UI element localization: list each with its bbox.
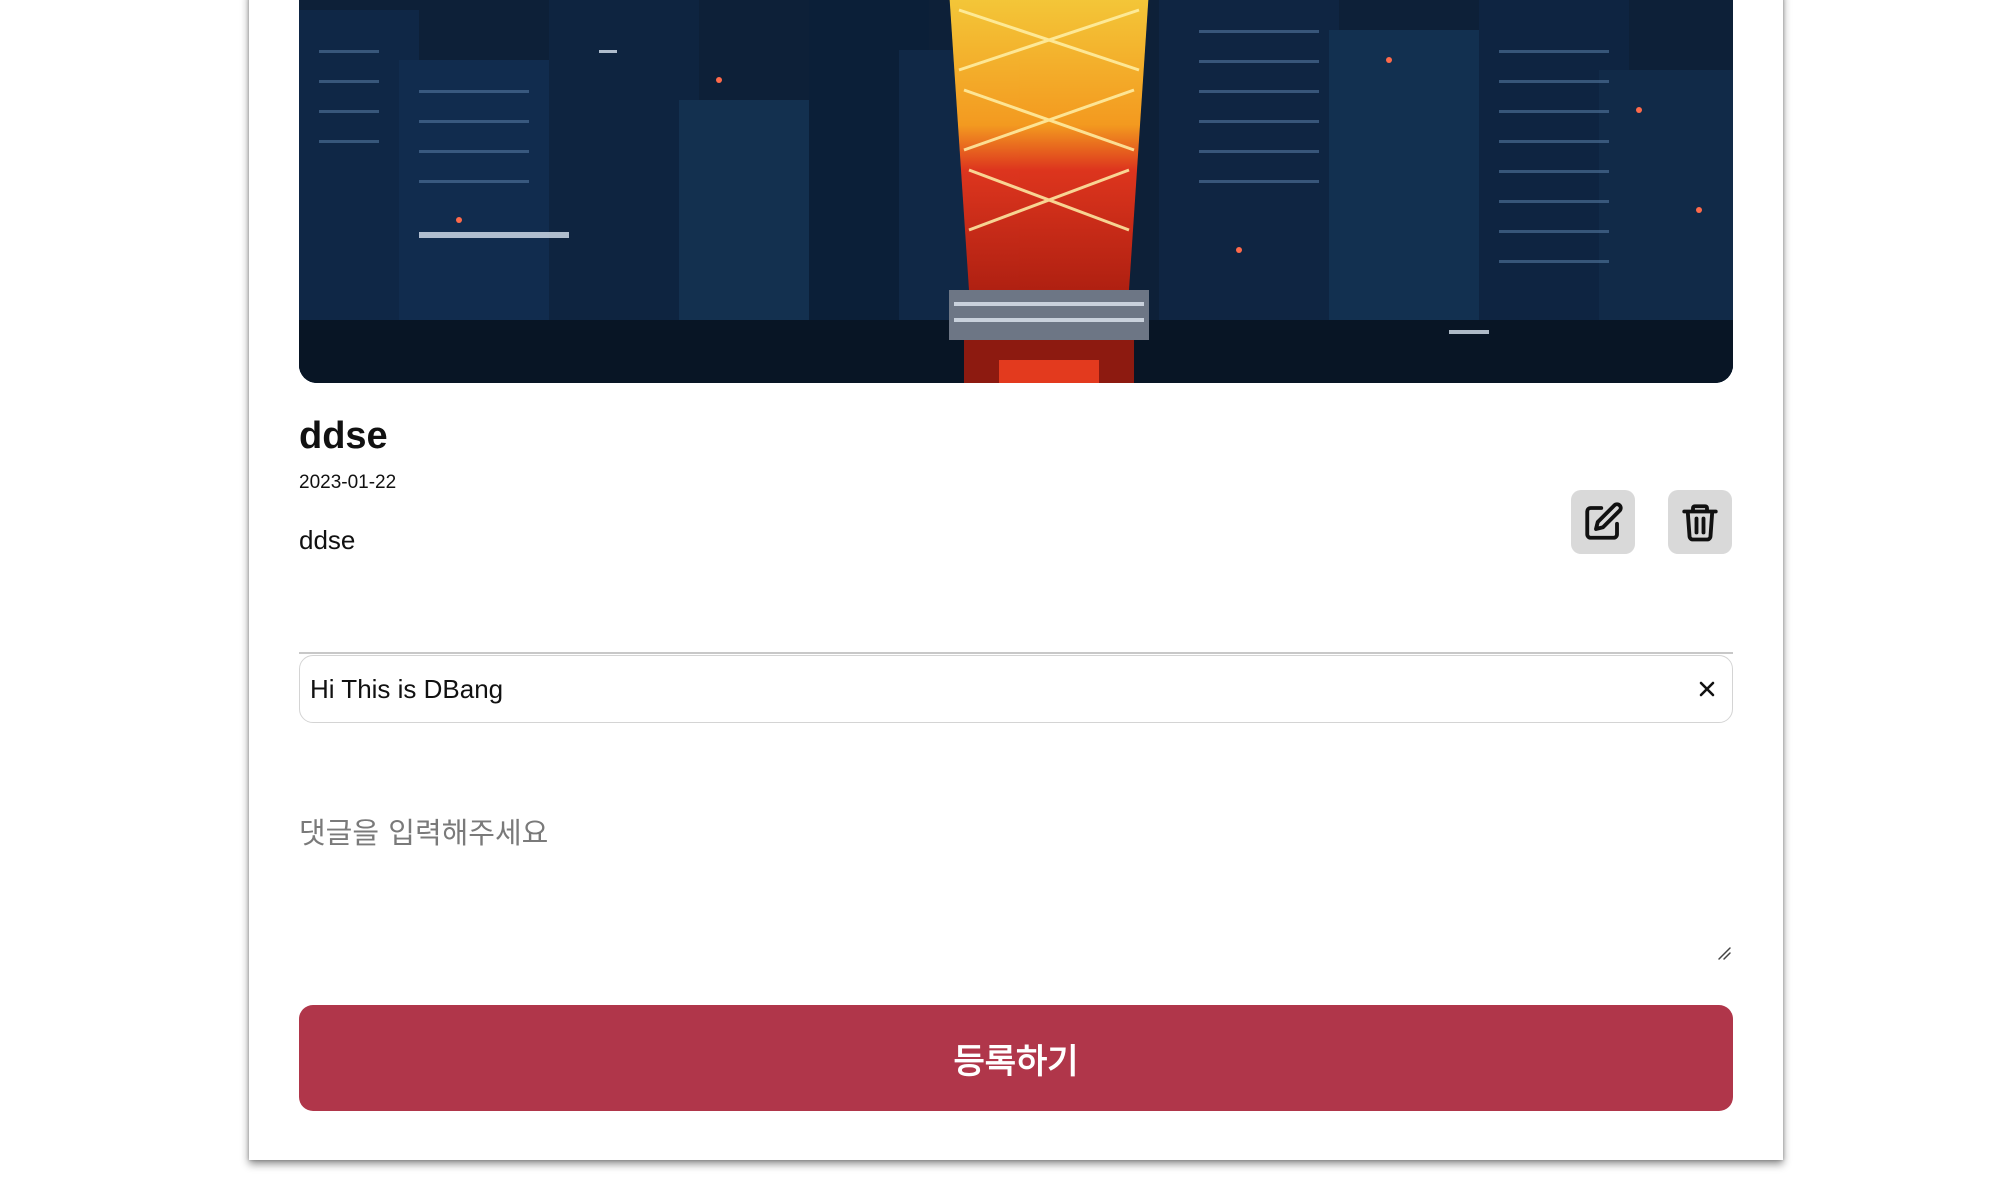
section-divider xyxy=(299,652,1733,654)
post-image xyxy=(299,0,1733,383)
comment-input[interactable] xyxy=(299,810,1733,962)
comment-text: Hi This is DBang xyxy=(310,673,504,704)
close-icon xyxy=(1699,681,1715,697)
post-detail-card: ddse 2023-01-22 ddse Hi This is DBang 등록… xyxy=(249,0,1783,1160)
trash-icon xyxy=(1682,504,1718,542)
submit-comment-button[interactable]: 등록하기 xyxy=(299,1005,1733,1111)
comment-item: Hi This is DBang xyxy=(299,655,1733,723)
city-night-image xyxy=(299,0,1733,383)
delete-button[interactable] xyxy=(1668,490,1732,554)
edit-button[interactable] xyxy=(1571,490,1635,554)
edit-icon xyxy=(1585,502,1623,540)
post-date: 2023-01-22 xyxy=(299,472,397,493)
post-title: ddse xyxy=(299,415,388,457)
resize-grip-icon[interactable] xyxy=(1716,945,1732,961)
remove-comment-button[interactable] xyxy=(1692,674,1722,704)
post-content: ddse xyxy=(299,525,356,555)
